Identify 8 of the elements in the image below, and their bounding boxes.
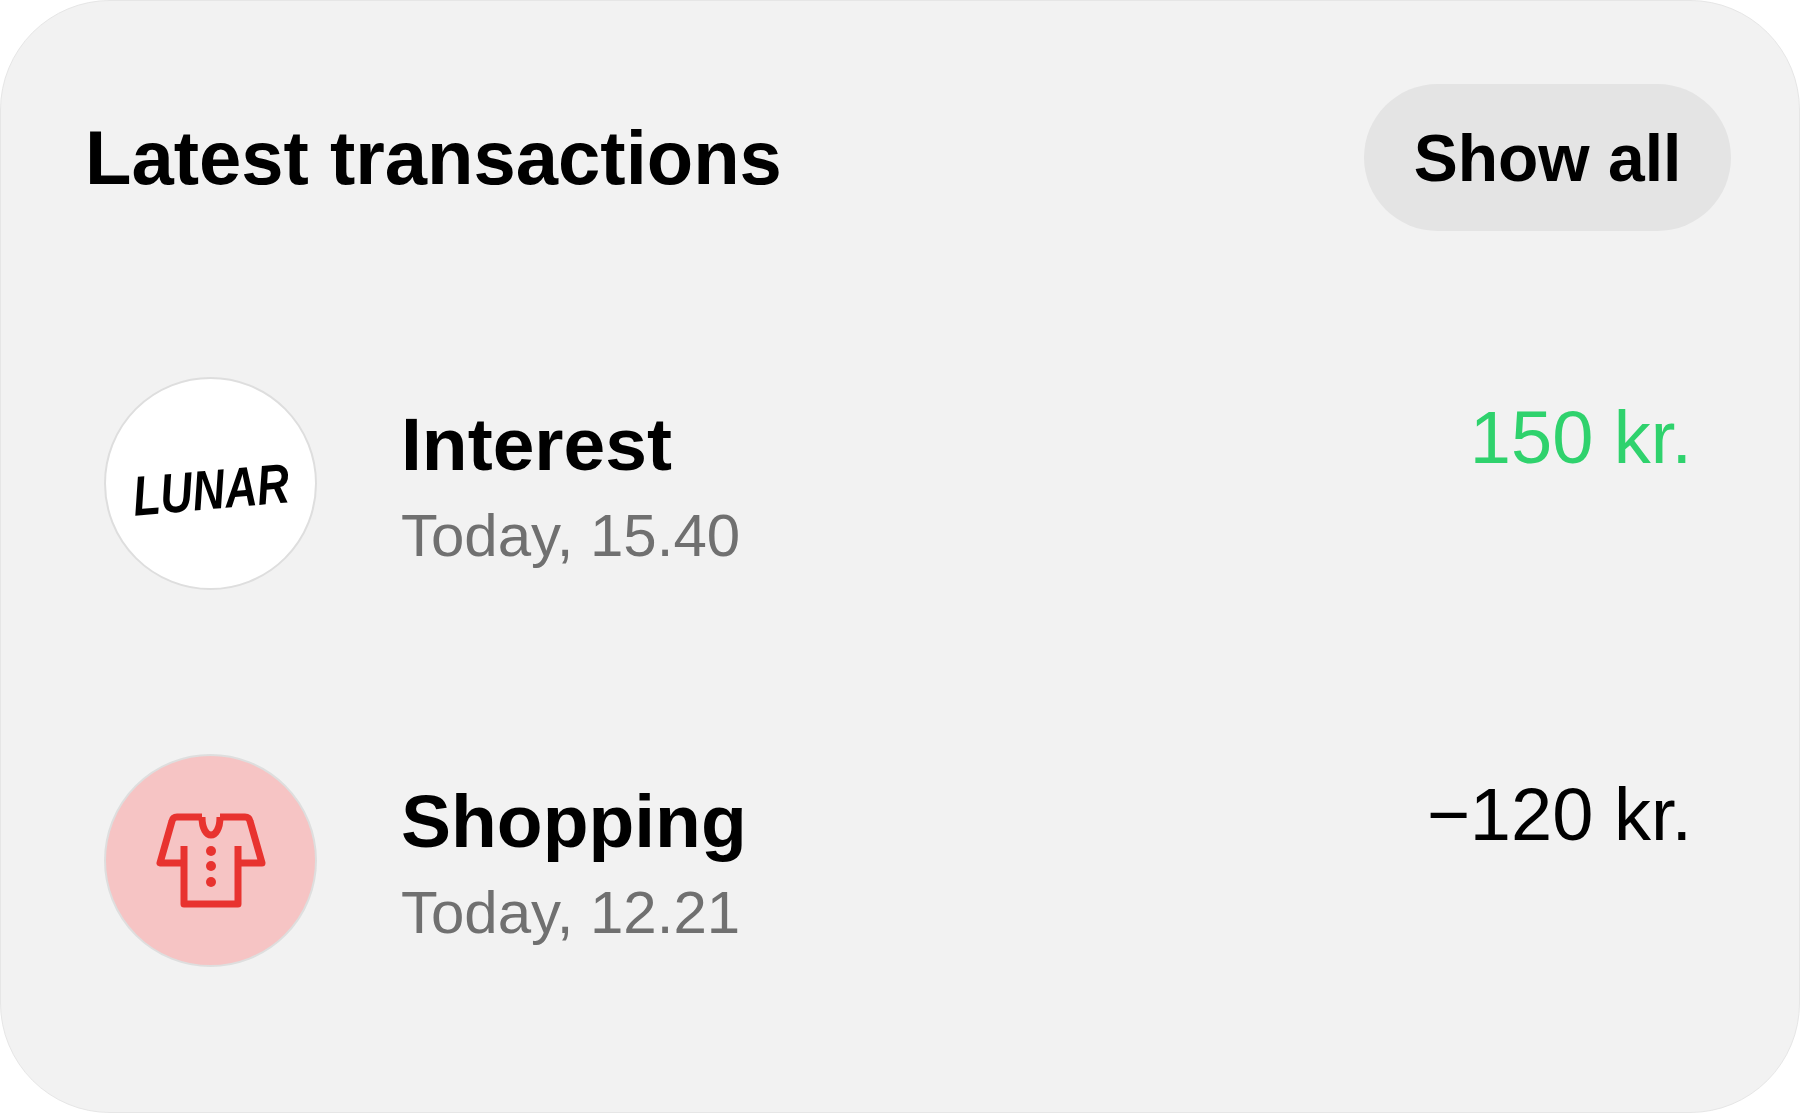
section-title: Latest transactions [85,119,782,196]
transaction-time: Today, 15.40 [401,506,741,566]
transaction-name: Interest [401,407,673,482]
transaction-amount: −120 kr. [1426,778,1692,852]
logo-wordmark: LUNAR [129,454,292,525]
show-all-button[interactable]: Show all [1364,84,1731,231]
transaction-amount: 150 kr. [1469,401,1692,475]
transaction-time: Today, 12.21 [401,883,742,943]
